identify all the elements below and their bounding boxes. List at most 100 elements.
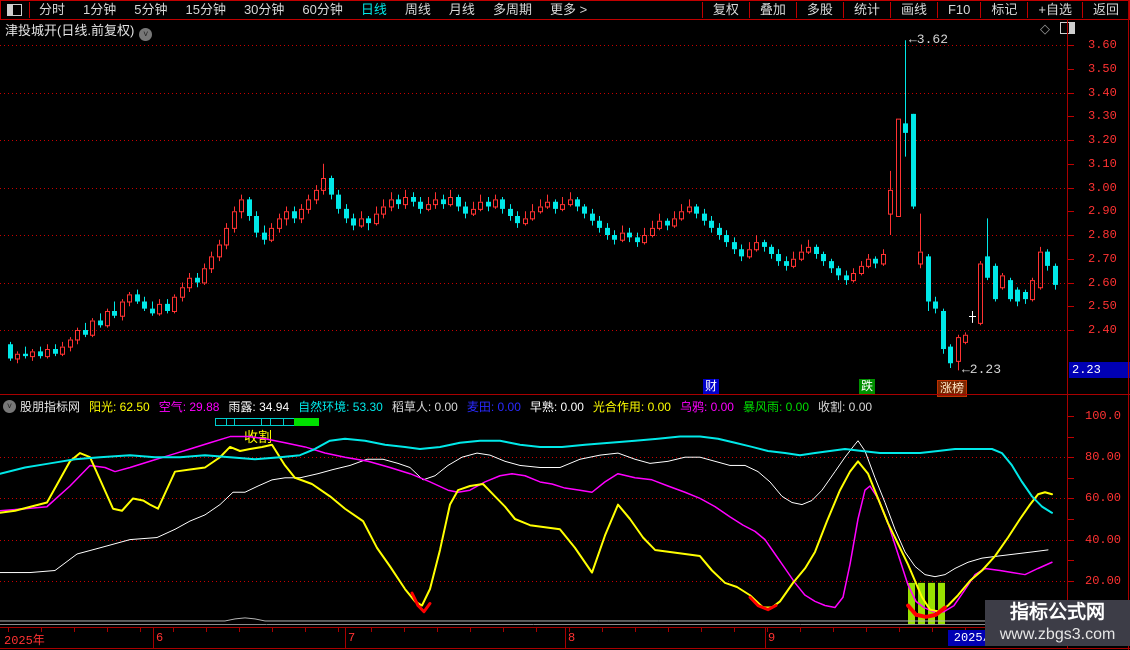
time-axis-tick	[734, 628, 735, 632]
timeaxis-bottom-border	[0, 648, 1130, 649]
indicator-chevron-icon[interactable]: ˅	[3, 400, 16, 413]
indicator-axis-tick	[1068, 498, 1074, 499]
price-axis-label: 2.60	[1088, 276, 1117, 290]
indicator-axis-tick	[1068, 560, 1074, 561]
price-axis-tick	[1068, 45, 1074, 46]
indicator-field-1: 阳光: 62.50	[89, 398, 150, 415]
time-axis-tick	[140, 628, 141, 632]
toolbar-button-复权[interactable]: 复权	[702, 2, 749, 18]
time-axis-tick	[536, 628, 537, 632]
time-axis-tick	[602, 628, 603, 632]
toolbar-button-返回[interactable]: 返回	[1082, 2, 1129, 18]
price-axis-tick	[1068, 93, 1074, 94]
indicator-chart[interactable]	[0, 416, 1068, 627]
indicator-axis-tick	[1068, 540, 1074, 541]
month-separator	[153, 628, 154, 648]
indicator-header: ˅ 股朋指标网 阳光: 62.50空气: 29.88雨露: 34.94自然环境:…	[0, 398, 1066, 415]
time-axis-tick	[8, 628, 9, 632]
period-item-11[interactable]: 更多 >	[541, 2, 596, 18]
price-axis-tick	[1068, 235, 1074, 236]
toolbar-button-叠加[interactable]: 叠加	[749, 2, 796, 18]
indicator-field-4: 自然环境: 53.30	[298, 398, 383, 415]
stock-app-window: 分时1分钟5分钟15分钟30分钟60分钟日线周线月线多周期更多 > 复权叠加多股…	[0, 0, 1130, 650]
time-axis-tick	[470, 628, 471, 632]
indicator-field-5: 稻草人: 0.00	[392, 398, 458, 415]
time-axis-tick	[41, 628, 42, 632]
period-item-6[interactable]: 60分钟	[293, 2, 351, 18]
time-axis-tick	[932, 628, 933, 632]
time-axis-tick	[503, 628, 504, 632]
price-axis-label: 3.60	[1088, 38, 1117, 52]
period-toolbar-left: 分时1分钟5分钟15分钟30分钟60分钟日线周线月线多周期更多 >	[1, 2, 596, 18]
toolbar-button-画线[interactable]: 画线	[890, 2, 937, 18]
period-item-3[interactable]: 5分钟	[125, 2, 176, 18]
period-item-4[interactable]: 15分钟	[176, 2, 234, 18]
month-separator	[345, 628, 346, 648]
time-axis-tick	[833, 628, 834, 632]
price-axis-label: 3.10	[1088, 157, 1117, 171]
period-item-5[interactable]: 30分钟	[235, 2, 293, 18]
time-axis-tick	[437, 628, 438, 632]
price-axis-label: 3.40	[1088, 86, 1117, 100]
indicator-axis-label: 20.00	[1085, 574, 1121, 588]
time-axis-tick	[272, 628, 273, 632]
indicator-axis-label: 80.00	[1085, 450, 1121, 464]
indicator-field-7: 早熟: 0.00	[530, 398, 584, 415]
watermark: 指标公式网 www.zbgs3.com	[985, 600, 1130, 646]
price-axis-label: 3.00	[1088, 181, 1117, 195]
low-price-annotation: ←2.23	[962, 362, 1001, 377]
price-axis-tick	[1068, 69, 1074, 70]
month-label-7: 7	[348, 631, 355, 645]
price-axis-label: 2.70	[1088, 252, 1117, 266]
stock-title-label: 津投城开(日线.前复权)	[5, 23, 134, 38]
toolbar-button-统计[interactable]: 统计	[843, 2, 890, 18]
time-axis-tick	[371, 628, 372, 632]
price-axis-label: 3.20	[1088, 133, 1117, 147]
indicator-axis-label: 60.00	[1085, 491, 1121, 505]
toolbar-button-标记[interactable]: 标记	[980, 2, 1027, 18]
price-axis-label: 2.50	[1088, 299, 1117, 313]
toolbar-button-+自选[interactable]: +自选	[1027, 2, 1082, 18]
year-label: 2025年	[4, 631, 45, 648]
month-label-9: 9	[768, 631, 775, 645]
time-axis-tick	[767, 628, 768, 632]
price-axis-label: 3.50	[1088, 62, 1117, 76]
period-toolbar: 分时1分钟5分钟15分钟30分钟60分钟日线周线月线多周期更多 > 复权叠加多股…	[0, 0, 1130, 20]
indicator-axis-tick	[1068, 437, 1074, 438]
price-axis-label: 2.40	[1088, 323, 1117, 337]
indicator-field-6: 麦田: 0.00	[467, 398, 521, 415]
price-axis-tick	[1068, 140, 1074, 141]
indicator-field-9: 乌鸦: 0.00	[680, 398, 734, 415]
period-item-10[interactable]: 多周期	[484, 2, 541, 18]
price-axis-tick	[1068, 211, 1074, 212]
diamond-icon[interactable]: ◇	[1040, 21, 1050, 37]
price-axis-tick	[1068, 164, 1074, 165]
period-item-8[interactable]: 周线	[396, 2, 440, 18]
time-axis-tick	[74, 628, 75, 632]
chart-tag-跌: 跌	[859, 379, 875, 394]
time-axis-tick	[668, 628, 669, 632]
indicator-field-8: 光合作用: 0.00	[593, 398, 671, 415]
price-axis-current-tag: 2.23	[1069, 362, 1130, 378]
time-axis-tick	[404, 628, 405, 632]
period-item-7[interactable]: 日线	[352, 2, 396, 18]
indicator-axis-tick	[1068, 581, 1074, 582]
window-layout-icon[interactable]	[7, 4, 22, 16]
toolbar-button-F10[interactable]: F10	[937, 2, 980, 18]
period-item-2[interactable]: 1分钟	[74, 2, 125, 18]
indicator-axis-tick	[1068, 457, 1074, 458]
period-item-1[interactable]: 分时	[30, 2, 74, 18]
time-axis-tick	[899, 628, 900, 632]
title-row: 津投城开(日线.前复权)˅ ◇	[0, 19, 1130, 37]
month-label-6: 6	[156, 631, 163, 645]
indicator-field-3: 雨露: 34.94	[228, 398, 289, 415]
indicator-field-11: 收割: 0.00	[818, 398, 872, 415]
time-axis-tick	[569, 628, 570, 632]
panel-separator	[0, 394, 1130, 395]
price-axis-tick	[1068, 188, 1074, 189]
candlestick-chart[interactable]	[0, 38, 1068, 396]
month-separator	[565, 628, 566, 648]
period-item-9[interactable]: 月线	[440, 2, 484, 18]
price-axis-label: 2.90	[1088, 204, 1117, 218]
toolbar-button-多股[interactable]: 多股	[796, 2, 843, 18]
